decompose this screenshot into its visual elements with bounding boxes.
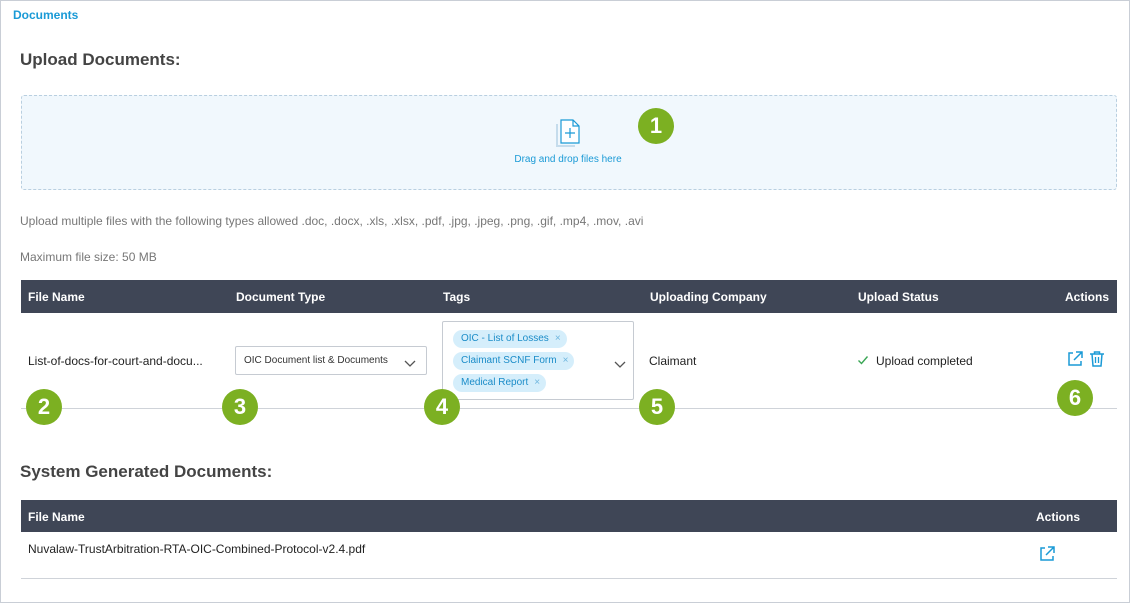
callout-badge-5: 5 [639, 389, 675, 425]
check-icon [857, 353, 869, 371]
col-tags: Tags [443, 290, 471, 304]
open-external-icon[interactable] [1066, 350, 1084, 373]
open-external-icon[interactable] [1038, 545, 1056, 568]
close-icon[interactable]: × [534, 377, 540, 388]
close-icon[interactable]: × [563, 355, 569, 366]
tag-chip[interactable]: Medical Report × [453, 374, 547, 392]
col-actions: Actions [1036, 510, 1081, 524]
document-type-select[interactable]: OIC Document list & Documents [235, 346, 427, 375]
col-uploading-company: Uploading Company [650, 290, 767, 304]
system-file-name-cell: Nuvalaw-TrustArbitration-RTA-OIC-Combine… [28, 542, 366, 556]
col-actions: Actions [1065, 290, 1110, 304]
callout-badge-2: 2 [26, 389, 62, 425]
allowed-types-text: Upload multiple files with the following… [20, 214, 644, 228]
callout-badge-6: 6 [1057, 380, 1093, 416]
row-divider [21, 578, 1117, 579]
system-docs-table-header: File Name Actions [21, 500, 1117, 532]
uploading-company-cell: Claimant [649, 354, 697, 368]
tag-chip[interactable]: OIC - List of Losses × [453, 330, 567, 348]
dropzone-text: Drag and drop files here [514, 154, 622, 165]
tag-chip-label: OIC - List of Losses [461, 333, 549, 344]
trash-icon[interactable] [1088, 350, 1106, 373]
breadcrumb[interactable]: Documents [13, 8, 78, 22]
callout-badge-3: 3 [222, 389, 258, 425]
tag-chip-label: Medical Report [461, 377, 529, 388]
file-name-cell: List-of-docs-for-court-and-docu... [28, 354, 203, 368]
col-file-name: File Name [28, 510, 85, 524]
col-upload-status: Upload Status [858, 290, 939, 304]
document-type-value: OIC Document list & Documents [244, 355, 388, 366]
callout-badge-1: 1 [638, 108, 674, 144]
col-document-type: Document Type [236, 290, 326, 304]
chevron-down-icon[interactable] [614, 356, 626, 374]
upload-heading: Upload Documents: [20, 50, 181, 69]
max-size-text: Maximum file size: 50 MB [20, 250, 157, 264]
chevron-down-icon [404, 355, 416, 373]
col-file-name: File Name [28, 290, 85, 304]
close-icon[interactable]: × [555, 333, 561, 344]
system-docs-heading: System Generated Documents: [20, 462, 273, 481]
upload-status-cell: Upload completed [876, 354, 973, 368]
file-add-icon [555, 118, 583, 153]
upload-table-header: File Name Document Type Tags Uploading C… [21, 280, 1117, 313]
tag-chip-label: Claimant SCNF Form [461, 355, 557, 366]
callout-badge-4: 4 [424, 389, 460, 425]
tags-multiselect[interactable]: OIC - List of Losses × Claimant SCNF Form… [442, 321, 634, 400]
tag-chip[interactable]: Claimant SCNF Form × [453, 352, 575, 370]
row-divider [21, 408, 1117, 409]
